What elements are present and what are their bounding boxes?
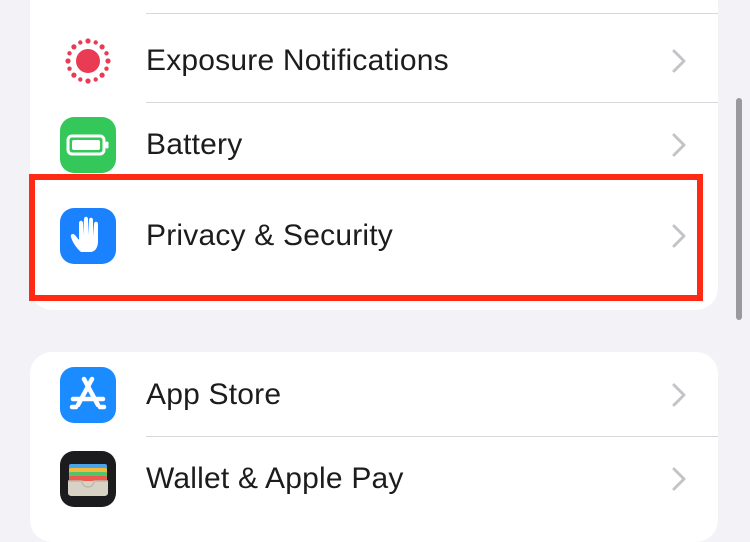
row-exposure-notifications[interactable]: Exposure Notifications	[30, 19, 718, 103]
app-store-icon	[60, 367, 116, 423]
chevron-right-icon	[672, 383, 686, 407]
row-label: Exposure Notifications	[146, 44, 449, 77]
chevron-right-icon	[672, 133, 686, 157]
row-label: Wallet & Apple Pay	[146, 462, 404, 495]
battery-icon	[60, 117, 116, 173]
wallet-icon	[60, 451, 116, 507]
chevron-right-icon	[672, 49, 686, 73]
partial-row-above[interactable]	[30, 0, 718, 14]
row-label: Battery	[146, 128, 243, 161]
highlight-annotation	[29, 174, 703, 301]
settings-group-bottom: App Store Wallet & Apple Pay	[30, 352, 718, 542]
settings-screen: { "settings": { "group_top": [ {"label":…	[0, 0, 750, 542]
row-label: App Store	[146, 378, 282, 411]
scroll-indicator[interactable]	[736, 98, 742, 320]
exposure-icon	[60, 33, 116, 89]
row-separator	[146, 13, 718, 14]
chevron-right-icon	[672, 467, 686, 491]
row-wallet-apple-pay[interactable]: Wallet & Apple Pay	[30, 437, 718, 521]
row-app-store[interactable]: App Store	[30, 353, 718, 437]
